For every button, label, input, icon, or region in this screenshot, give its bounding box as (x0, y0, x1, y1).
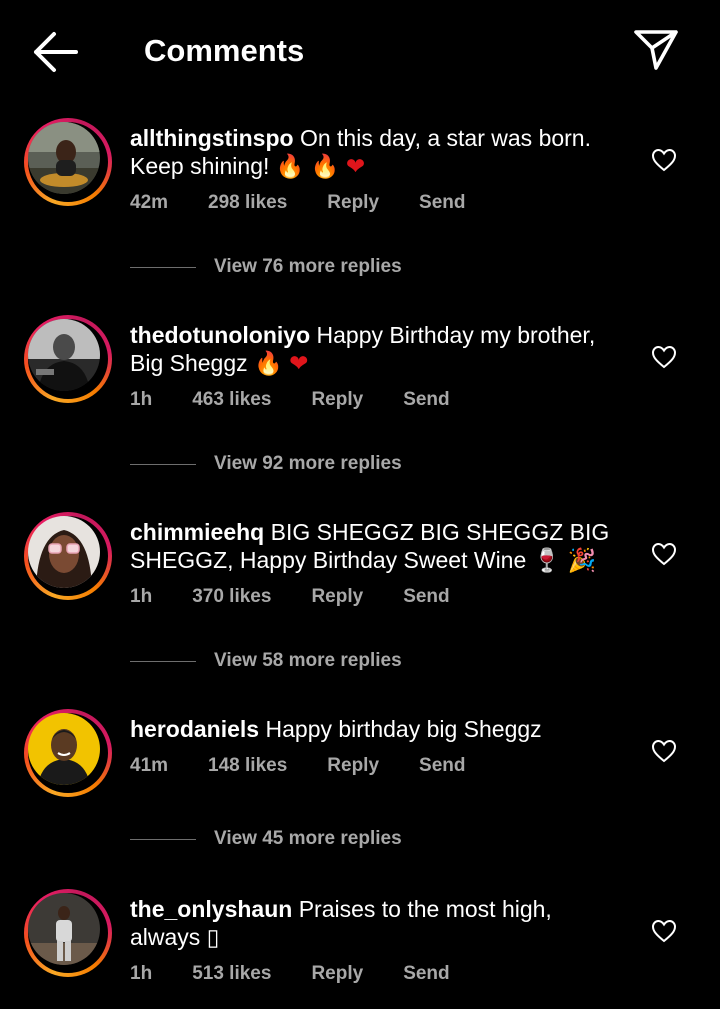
like-count[interactable]: 370 likes (192, 585, 271, 609)
comment-body: Happy birthday big Sheggz (265, 716, 542, 742)
comment-time: 1h (130, 963, 153, 984)
heart-icon[interactable] (651, 542, 677, 566)
reply-button[interactable]: Reply (327, 191, 379, 215)
send-button[interactable]: Send (403, 962, 449, 986)
reply-button[interactable]: Reply (311, 962, 363, 986)
like-count[interactable]: 298 likes (208, 191, 287, 215)
paper-plane-icon (634, 30, 678, 70)
avatar[interactable] (24, 709, 112, 797)
heart-icon[interactable] (651, 739, 677, 763)
heart-icon[interactable] (651, 919, 677, 943)
view-replies-button[interactable]: View 45 more replies (130, 828, 402, 850)
header-bar: Comments (0, 0, 720, 100)
replies-divider (130, 838, 196, 840)
avatar-photo (28, 713, 100, 785)
page-title: Comments (144, 33, 305, 68)
view-replies-label: View 45 more replies (214, 828, 402, 849)
avatar-photo (28, 122, 100, 194)
comment-username[interactable]: the_onlyshaun (130, 896, 292, 922)
like-count[interactable]: 463 likes (192, 388, 271, 412)
comment-time: 41m (130, 755, 169, 776)
replies-divider (130, 660, 196, 662)
view-replies-button[interactable]: View 92 more replies (130, 453, 402, 475)
replies-divider (130, 463, 196, 465)
avatar[interactable] (24, 315, 112, 403)
replies-divider (130, 266, 196, 268)
comment-username[interactable]: herodaniels (130, 716, 259, 742)
view-replies-label: View 58 more replies (214, 650, 402, 671)
share-button[interactable] (632, 26, 680, 74)
arrow-left-icon (34, 32, 78, 72)
reply-button[interactable]: Reply (311, 585, 363, 609)
comment-text: herodaniels Happy birthday big Sheggz (130, 715, 620, 743)
comment-text: allthingstinspo On this day, a star was … (130, 124, 620, 181)
avatar[interactable] (24, 118, 112, 206)
party-popper-emoji: 🎉 (567, 548, 597, 574)
view-replies-label: View 76 more replies (214, 256, 402, 277)
like-count[interactable]: 513 likes (192, 962, 271, 986)
fire-emoji: 🔥 (310, 154, 340, 180)
avatar[interactable] (24, 889, 112, 977)
send-button[interactable]: Send (403, 585, 449, 609)
avatar-photo (28, 893, 100, 965)
comment-text: chimmieehq BIG SHEGGZ BIG SHEGGZ BIG SHE… (130, 518, 620, 575)
unrendered-emoji: ▯ (206, 925, 220, 951)
view-replies-label: View 92 more replies (214, 453, 402, 474)
send-button[interactable]: Send (403, 388, 449, 412)
red-heart-emoji: ❤ (289, 351, 309, 377)
comment-username[interactable]: chimmieehq (130, 519, 264, 545)
comment-username[interactable]: thedotunoloniyo (130, 322, 310, 348)
comment-time: 1h (130, 389, 153, 410)
send-button[interactable]: Send (419, 754, 465, 778)
comment-username[interactable]: allthingstinspo (130, 125, 294, 151)
like-count[interactable]: 148 likes (208, 754, 287, 778)
heart-icon[interactable] (651, 148, 677, 172)
reply-button[interactable]: Reply (311, 388, 363, 412)
comment-time: 42m (130, 192, 169, 213)
heart-icon[interactable] (651, 345, 677, 369)
wine-glass-emoji: 🍷 (532, 548, 562, 574)
red-heart-emoji: ❤ (345, 154, 366, 180)
comment-text: the_onlyshaun Praises to the most high, … (130, 895, 620, 952)
fire-emoji: 🔥 (254, 351, 283, 377)
comment-text: thedotunoloniyo Happy Birthday my brothe… (130, 321, 620, 378)
reply-button[interactable]: Reply (327, 754, 379, 778)
send-button[interactable]: Send (419, 191, 465, 215)
comment-time: 1h (130, 586, 153, 607)
view-replies-button[interactable]: View 76 more replies (130, 256, 402, 278)
fire-emoji: 🔥 (275, 154, 305, 180)
view-replies-button[interactable]: View 58 more replies (130, 650, 402, 672)
avatar-photo (28, 319, 100, 391)
avatar-photo (28, 516, 100, 588)
avatar[interactable] (24, 512, 112, 600)
back-button[interactable] (30, 30, 80, 74)
